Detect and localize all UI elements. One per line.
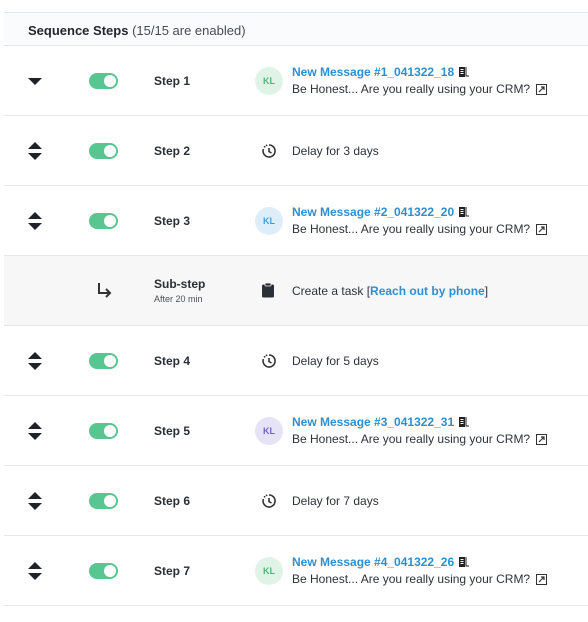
step-row-6: Step 6 Delay for 7 days: [4, 466, 588, 536]
substep-row: Sub-step After 20 min Create a task [Rea…: [4, 256, 588, 326]
external-link-icon[interactable]: [536, 224, 548, 235]
sort-arrows-icon[interactable]: [26, 141, 44, 161]
step-label: Step 5: [154, 424, 191, 438]
external-link-icon[interactable]: [536, 574, 548, 585]
step-row-3: Step 3 KL New Message #2_041322_20 Be Ho…: [4, 186, 588, 256]
external-link-icon[interactable]: [536, 434, 548, 445]
sequence-header: Sequence Steps (15/15 are enabled): [4, 12, 588, 46]
step-row-2: Step 2 Delay for 3 days: [4, 116, 588, 186]
step-row-5: Step 5 KL New Message #3_041322_31 Be Ho…: [4, 396, 588, 466]
delay-text: Delay for 3 days: [292, 144, 379, 158]
step-row-1: Step 1 KL New Message #1_041322_18 Be Ho…: [4, 46, 588, 116]
enabled-toggle[interactable]: [89, 213, 118, 229]
delay-text: Delay for 7 days: [292, 494, 379, 508]
sort-arrows-icon[interactable]: [26, 351, 44, 371]
document-icon: [459, 207, 470, 217]
task-link[interactable]: Reach out by phone: [370, 284, 485, 298]
toggle-knob: [104, 495, 116, 507]
sort-arrows-icon[interactable]: [26, 421, 44, 441]
sort-arrows-icon[interactable]: [26, 211, 44, 231]
enabled-toggle[interactable]: [89, 423, 118, 439]
step-label: Step 6: [154, 494, 191, 508]
toggle-knob: [104, 75, 116, 87]
message-link[interactable]: New Message #1_041322_18: [292, 65, 470, 79]
enabled-count: (15/15 are enabled): [132, 23, 246, 38]
message-subject: Be Honest... Are you really using your C…: [292, 222, 548, 236]
clock-icon: [262, 144, 276, 158]
avatar: KL: [255, 557, 283, 585]
delay-text: Delay for 5 days: [292, 354, 379, 368]
task-text: Create a task [Reach out by phone]: [292, 284, 489, 298]
message-link[interactable]: New Message #3_041322_31: [292, 415, 470, 429]
avatar: KL: [255, 67, 283, 95]
return-arrow-icon: [98, 283, 112, 298]
enabled-toggle[interactable]: [89, 143, 118, 159]
enabled-toggle[interactable]: [89, 353, 118, 369]
sort-arrows-icon[interactable]: [26, 491, 44, 511]
step-label: Step 1: [154, 74, 191, 88]
step-label: Step 3: [154, 214, 191, 228]
message-subject: Be Honest... Are you really using your C…: [292, 82, 548, 96]
clock-icon: [262, 494, 276, 508]
avatar: KL: [255, 417, 283, 445]
substep-delay: After 20 min: [154, 294, 203, 304]
message-subject: Be Honest... Are you really using your C…: [292, 432, 548, 446]
step-label: Step 2: [154, 144, 191, 158]
clipboard-icon: [262, 282, 274, 298]
substep-label: Sub-step: [154, 277, 206, 291]
message-link[interactable]: New Message #4_041322_26: [292, 555, 470, 569]
sequence-title: Sequence Steps (15/15 are enabled): [28, 23, 246, 38]
message-link[interactable]: New Message #2_041322_20: [292, 205, 470, 219]
step-row-4: Step 4 Delay for 5 days: [4, 326, 588, 396]
enabled-toggle[interactable]: [89, 563, 118, 579]
step-label: Step 7: [154, 564, 191, 578]
toggle-knob: [104, 565, 116, 577]
external-link-icon[interactable]: [536, 84, 548, 95]
sequence-steps-panel: Sequence Steps (15/15 are enabled) Step …: [0, 0, 588, 622]
message-subject: Be Honest... Are you really using your C…: [292, 572, 548, 586]
step-label: Step 4: [154, 354, 191, 368]
document-icon: [459, 417, 470, 427]
toggle-knob: [104, 215, 116, 227]
sort-arrows-icon[interactable]: [26, 561, 44, 581]
enabled-toggle[interactable]: [89, 73, 118, 89]
enabled-toggle[interactable]: [89, 493, 118, 509]
document-icon: [459, 67, 470, 77]
triangle-down-icon[interactable]: [26, 71, 44, 91]
step-row-7: Step 7 KL New Message #4_041322_26 Be Ho…: [4, 536, 588, 606]
clock-icon: [262, 354, 276, 368]
toggle-knob: [104, 355, 116, 367]
document-icon: [459, 557, 470, 567]
avatar: KL: [255, 207, 283, 235]
toggle-knob: [104, 145, 116, 157]
toggle-knob: [104, 425, 116, 437]
